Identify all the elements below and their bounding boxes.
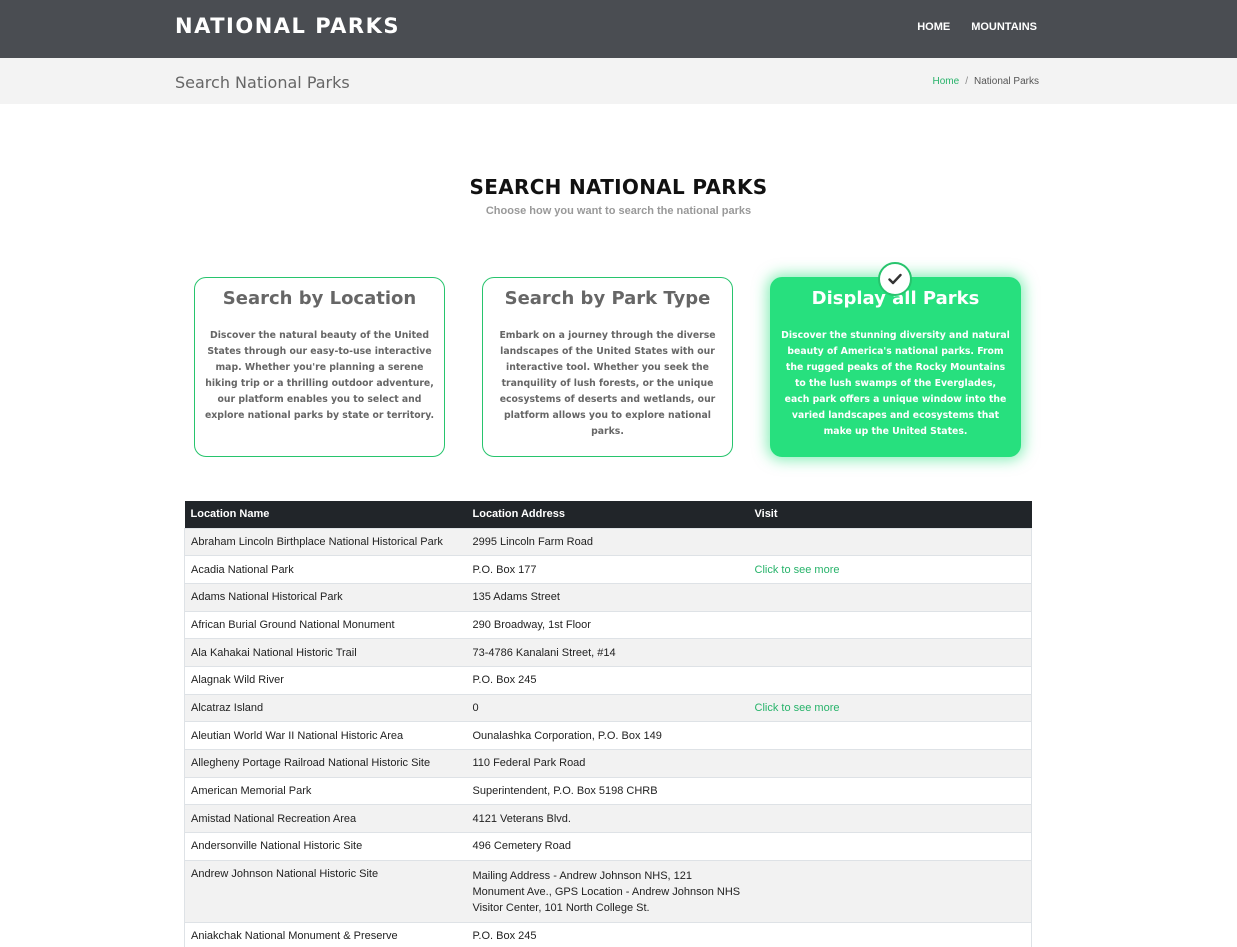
table-row: Allegheny Portage Railroad National Hist… <box>184 749 1032 778</box>
location-address: P.O. Box 177 <box>466 555 749 584</box>
location-name: Aniakchak National Monument & Preserve <box>184 921 467 947</box>
visit-cell: Click to see more <box>748 555 1032 584</box>
location-name: Adams National Historical Park <box>184 582 467 612</box>
location-address: 496 Cemetery Road <box>466 832 749 861</box>
table-row: Andersonville National Historic Site 496… <box>184 832 1032 861</box>
location-name: Andersonville National Historic Site <box>184 832 467 861</box>
location-address: P.O. Box 245 <box>466 665 749 695</box>
visit-cell <box>748 610 1032 639</box>
search-by-location-card[interactable]: Search by Location Discover the natural … <box>194 277 445 457</box>
visit-cell <box>748 776 1032 805</box>
visit-cell <box>748 721 1032 750</box>
location-name: Amistad National Recreation Area <box>184 804 467 833</box>
table-row: Adams National Historical Park 135 Adams… <box>184 582 1032 612</box>
card-title: Search by Location <box>222 288 417 309</box>
visit-cell <box>748 638 1032 667</box>
location-address: 290 Broadway, 1st Floor <box>466 610 749 639</box>
location-name: American Memorial Park <box>184 776 467 805</box>
page-title: Search National Parks <box>175 73 350 92</box>
card-description: Discover the stunning diversity and natu… <box>781 330 1010 437</box>
table-header-row: Location Name Location Address Visit <box>184 501 1032 528</box>
location-name: Allegheny Portage Railroad National Hist… <box>184 749 467 778</box>
visit-cell <box>748 921 1032 947</box>
see-more-link[interactable]: Click to see more <box>755 564 840 576</box>
visit-cell <box>748 527 1032 556</box>
column-header-visit: Visit <box>748 501 1032 528</box>
visit-cell <box>748 832 1032 861</box>
location-address: 73-4786 Kanalani Street, #14 <box>466 638 749 667</box>
location-address: 135 Adams Street <box>466 582 749 612</box>
visit-cell <box>748 749 1032 778</box>
card-description: Embark on a journey through the diverse … <box>499 330 716 437</box>
location-name: Aleutian World War II National Historic … <box>184 721 467 750</box>
location-address: 2995 Lincoln Farm Road <box>466 527 749 556</box>
breadcrumb-current: National Parks <box>973 76 1039 87</box>
breadcrumb: Home / National Parks <box>933 76 1040 87</box>
search-by-park-type-card[interactable]: Search by Park Type Embark on a journey … <box>482 277 733 457</box>
location-address: Superintendent, P.O. Box 5198 CHRB <box>466 776 749 805</box>
table-row: Ala Kahakai National Historic Trail 73-4… <box>184 638 1032 667</box>
breadcrumb-separator: / <box>965 76 968 87</box>
location-name: Alagnak Wild River <box>184 665 467 695</box>
visit-cell: Click to see more <box>748 693 1032 722</box>
table-row: American Memorial Park Superintendent, P… <box>184 776 1032 805</box>
visit-cell <box>748 582 1032 612</box>
page-header-bar: Search National Parks Home / National Park… <box>0 58 1237 104</box>
nav-home-link[interactable]: HOME <box>917 21 950 33</box>
section-subtitle: Choose how you want to search the nation… <box>485 205 752 217</box>
location-address: P.O. Box 245 <box>466 921 749 947</box>
column-header-location-name: Location Name <box>184 501 467 528</box>
location-name: Abraham Lincoln Birthplace National Hist… <box>184 527 467 556</box>
table-row: Acadia National Park P.O. Box 177 Click … <box>184 555 1032 584</box>
table-row: Alcatraz Island 0 Click to see more <box>184 693 1032 722</box>
column-header-location-address: Location Address <box>466 501 749 528</box>
display-all-parks-card[interactable]: Display all Parks Discover the stunning … <box>770 262 1021 457</box>
location-address: Ounalashka Corporation, P.O. Box 149 <box>466 721 749 750</box>
table-row: Aleutian World War II National Historic … <box>184 721 1032 750</box>
visit-cell <box>748 804 1032 833</box>
location-name: Ala Kahakai National Historic Trail <box>184 638 467 667</box>
see-more-link[interactable]: Click to see more <box>755 702 840 714</box>
visit-cell <box>748 665 1032 695</box>
card-description: Discover the natural beauty of the Unite… <box>205 330 435 421</box>
location-name: Acadia National Park <box>184 555 467 584</box>
section-heading: SEARCH NATIONAL PARKS Choose how you wan… <box>0 175 1237 217</box>
table-row: Alagnak Wild River P.O. Box 245 <box>184 665 1032 695</box>
table-row: Abraham Lincoln Birthplace National Hist… <box>184 527 1032 556</box>
table-row: Amistad National Recreation Area 4121 Ve… <box>184 804 1032 833</box>
table-row: Andrew Johnson National Historic Site Ma… <box>184 859 1032 923</box>
location-name: Alcatraz Island <box>184 693 467 722</box>
site-brand[interactable]: NATIONAL PARKS <box>175 14 400 38</box>
card-title: Search by Park Type <box>504 288 711 309</box>
visit-cell <box>748 859 1032 923</box>
location-name: African Burial Ground National Monument <box>184 610 467 639</box>
location-name: Andrew Johnson National Historic Site <box>184 859 467 923</box>
parks-table: Location Name Location Address Visit Abr… <box>184 501 1032 947</box>
table-row: African Burial Ground National Monument … <box>184 610 1032 639</box>
location-address: Mailing Address - Andrew Johnson NHS, 12… <box>466 859 749 923</box>
section-title: SEARCH NATIONAL PARKS <box>469 175 768 199</box>
table-row: Aniakchak National Monument & Preserve P… <box>184 921 1032 947</box>
nav-mountains-link[interactable]: MOUNTAINS <box>971 21 1037 33</box>
breadcrumb-home-link[interactable]: Home <box>933 76 960 87</box>
location-address: 0 <box>466 693 749 722</box>
main-nav: HOME MOUNTAINS <box>917 21 1037 33</box>
top-navbar: NATIONAL PARKS HOME MOUNTAINS <box>0 0 1237 58</box>
location-address: 110 Federal Park Road <box>466 749 749 778</box>
check-icon <box>878 262 912 296</box>
location-address: 4121 Veterans Blvd. <box>466 804 749 833</box>
